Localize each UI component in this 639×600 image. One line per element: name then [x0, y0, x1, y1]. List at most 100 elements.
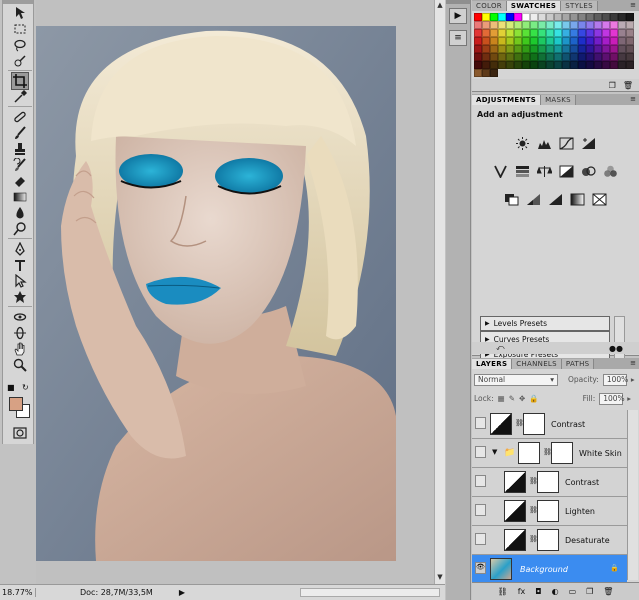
swatch-cell[interactable] [602, 21, 610, 29]
swatch-cell[interactable] [498, 53, 506, 61]
eyedropper-tool-icon[interactable] [11, 88, 29, 106]
swatch-cell[interactable] [490, 29, 498, 37]
swatch-cell[interactable] [514, 45, 522, 53]
swatch-cell[interactable] [570, 37, 578, 45]
swatch-cell[interactable] [538, 53, 546, 61]
swatch-cell[interactable] [618, 61, 626, 69]
swatch-cell[interactable] [530, 69, 538, 77]
lock-transparency-icon[interactable]: ▦ [498, 394, 505, 403]
swatch-cell[interactable] [482, 21, 490, 29]
swatch-cell[interactable] [610, 53, 618, 61]
new-swatch-icon[interactable]: ❐ [609, 81, 616, 90]
swatch-cell[interactable] [498, 69, 506, 77]
swatch-cell[interactable] [602, 61, 610, 69]
swatch-cell[interactable] [602, 45, 610, 53]
swatch-cell[interactable] [490, 37, 498, 45]
swatch-cell[interactable] [530, 45, 538, 53]
swatch-cell[interactable] [562, 13, 570, 21]
swatch-cell[interactable] [570, 21, 578, 29]
swatch-cell[interactable] [474, 45, 482, 53]
zoom-tool-icon[interactable] [11, 356, 29, 374]
swatch-cell[interactable] [610, 45, 618, 53]
swatch-cell[interactable] [578, 61, 586, 69]
swatch-cell[interactable] [506, 61, 514, 69]
swatch-cell[interactable] [562, 21, 570, 29]
swatch-cell[interactable] [570, 29, 578, 37]
new-group-icon[interactable]: ▭ [569, 587, 577, 596]
swatch-cell[interactable] [594, 61, 602, 69]
swatch-cell[interactable] [538, 45, 546, 53]
canvas-horizontal-scrollbar[interactable] [300, 588, 440, 597]
swatch-cell[interactable] [538, 69, 546, 77]
vibrance-icon[interactable] [493, 164, 509, 178]
tab-paths[interactable]: PATHS [561, 359, 595, 369]
swatch-cell[interactable] [474, 53, 482, 61]
swatch-cell[interactable] [626, 29, 634, 37]
swatch-cell[interactable] [506, 53, 514, 61]
swatch-cell[interactable] [546, 69, 554, 77]
layer-row[interactable]: ⛓ Desaturate [472, 526, 627, 555]
swatch-cell[interactable] [586, 45, 594, 53]
swatch-cell[interactable] [514, 21, 522, 29]
channel-mixer-icon[interactable] [603, 164, 619, 178]
scroll-down-arrow-icon[interactable]: ▼ [435, 572, 445, 582]
swatch-cell[interactable] [562, 53, 570, 61]
black-white-icon[interactable] [559, 164, 575, 178]
swatch-cell[interactable] [594, 69, 602, 77]
visibility-eye-icon[interactable] [475, 504, 486, 516]
swatch-cell[interactable] [578, 45, 586, 53]
adjustment-thumbnail-icon[interactable] [518, 442, 540, 464]
swatch-cell[interactable] [546, 45, 554, 53]
swatch-cell[interactable] [514, 61, 522, 69]
swatch-cell[interactable] [618, 21, 626, 29]
visibility-eye-icon[interactable]: 👁 [475, 562, 486, 574]
swatch-cell[interactable] [578, 53, 586, 61]
swatch-cell[interactable] [514, 13, 522, 21]
layer-row[interactable]: ▼ 📁 ⛓ White Skin [472, 439, 627, 468]
swatch-cell[interactable] [618, 45, 626, 53]
layer-mask-thumbnail[interactable] [537, 471, 559, 493]
swatch-cell[interactable] [530, 37, 538, 45]
swatch-cell[interactable] [578, 37, 586, 45]
panel-menu-icon[interactable]: ≡ [630, 359, 636, 367]
adjustment-thumbnail-icon[interactable] [504, 500, 526, 522]
swatch-cell[interactable] [594, 13, 602, 21]
swatch-cell[interactable] [562, 69, 570, 77]
swatch-cell[interactable] [538, 29, 546, 37]
swatch-grid[interactable] [474, 13, 634, 77]
swatch-cell[interactable] [498, 13, 506, 21]
blend-mode-select[interactable]: Normal ▾ [474, 373, 558, 386]
swatch-cell[interactable] [514, 69, 522, 77]
swatch-cell[interactable] [490, 13, 498, 21]
swatch-cell[interactable] [562, 29, 570, 37]
hue-saturation-icon[interactable] [515, 164, 531, 178]
swatch-cell[interactable] [586, 53, 594, 61]
history-panel-icon[interactable]: ▶ [449, 8, 467, 24]
lock-brush-icon[interactable]: ✎ [509, 394, 515, 403]
visibility-eye-icon[interactable] [475, 475, 486, 487]
swatch-cell[interactable] [538, 13, 546, 21]
swatch-cell[interactable] [554, 61, 562, 69]
swatch-cell[interactable] [570, 69, 578, 77]
swatch-cell[interactable] [506, 21, 514, 29]
delete-layer-icon[interactable]: 🗑 [603, 587, 613, 596]
swatch-cell[interactable] [602, 37, 610, 45]
layer-style-icon[interactable]: fx [518, 587, 526, 596]
swatch-cell[interactable] [586, 29, 594, 37]
swatch-cell[interactable] [514, 53, 522, 61]
swatch-cell[interactable] [530, 21, 538, 29]
layers-scrollbar[interactable] [627, 410, 638, 580]
swatch-cell[interactable] [618, 29, 626, 37]
tab-swatches[interactable]: SWATCHES [506, 1, 562, 11]
layer-row[interactable]: ⛓ Contrast [472, 468, 627, 497]
preset-item[interactable]: ▶ Levels Presets [480, 316, 610, 332]
swatch-cell[interactable] [594, 21, 602, 29]
swatch-cell[interactable] [474, 69, 482, 77]
swatch-cell[interactable] [554, 21, 562, 29]
swatch-cell[interactable] [562, 45, 570, 53]
swatch-cell[interactable] [594, 45, 602, 53]
photo-filter-icon[interactable] [581, 164, 597, 178]
adjustment-thumbnail-icon[interactable] [504, 529, 526, 551]
swatch-cell[interactable] [570, 13, 578, 21]
swatch-cell[interactable] [546, 21, 554, 29]
